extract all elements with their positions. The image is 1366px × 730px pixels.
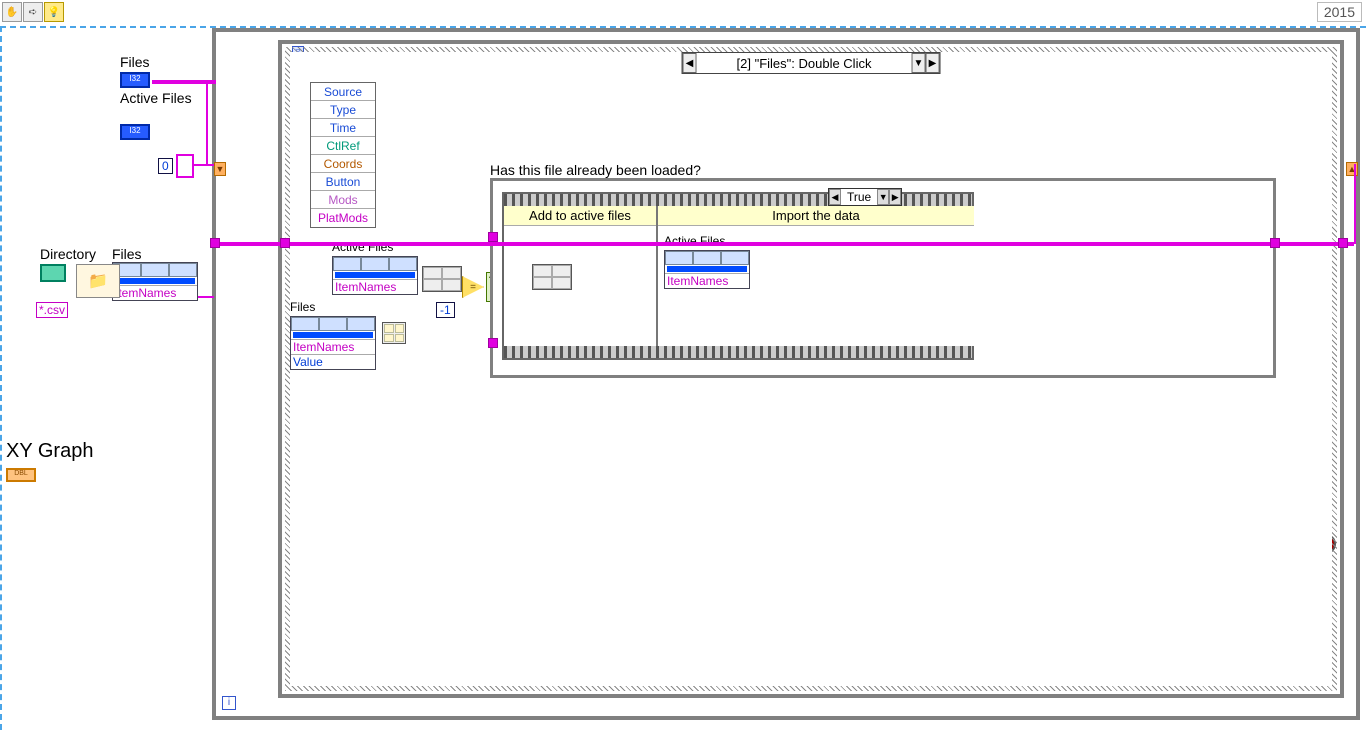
sequence-frame-2[interactable]: Import the data Active Files ItemNames <box>658 206 974 346</box>
event-case-name[interactable]: [2] "Files": Double Click <box>697 56 912 71</box>
active-files-control-label: Active Files <box>120 90 192 106</box>
block-diagram-boundary-left <box>0 26 2 730</box>
files-property-node[interactable]: ItemNames <box>112 262 198 301</box>
files-propnode2-label: Files <box>290 300 315 314</box>
tunnel <box>1270 238 1280 248</box>
case-dropdown[interactable]: ▼ <box>877 189 889 205</box>
tunnel <box>488 232 498 242</box>
event-case-prev[interactable]: ◀ <box>683 53 697 73</box>
case-structure-comment: Has this file already been loaded? <box>490 162 701 178</box>
files-propnode-label: Files <box>112 246 142 262</box>
tunnel <box>488 338 498 348</box>
wire <box>194 164 214 166</box>
file-pattern-constant[interactable]: *.csv <box>36 302 68 318</box>
directory-path-terminal[interactable] <box>40 264 66 282</box>
event-case-selector[interactable]: ◀ [2] "Files": Double Click ▼ ▶ <box>682 52 941 74</box>
directory-control-label: Directory <box>40 246 96 262</box>
event-field-mods[interactable]: Mods <box>311 191 375 209</box>
event-field-coords[interactable]: Coords <box>311 155 375 173</box>
numeric-constant-minus1[interactable]: -1 <box>436 302 455 318</box>
event-case-next[interactable]: ▶ <box>925 53 939 73</box>
event-field-source[interactable]: Source <box>311 83 375 101</box>
files-property-itemnames[interactable]: ItemNames <box>113 285 197 300</box>
wire <box>206 80 208 166</box>
sequence-frame2-title: Import the data <box>658 206 974 226</box>
search-1d-array-node[interactable] <box>422 266 462 292</box>
files-control-terminal[interactable] <box>120 72 150 88</box>
block-diagram-toolbar: ✋ ➪ 💡 <box>2 2 64 22</box>
loop-iteration-terminal[interactable]: i <box>222 696 236 710</box>
sequence-frame1-title: Add to active files <box>504 206 656 226</box>
case-prev[interactable]: ◀ <box>829 189 841 205</box>
wire <box>198 296 214 298</box>
xy-graph-terminal[interactable] <box>6 468 36 482</box>
event-data-cluster[interactable]: Source Type Time CtlRef Coords Button Mo… <box>310 82 376 228</box>
numeric-constant-0[interactable]: 0 <box>158 158 173 174</box>
event-case-dropdown[interactable]: ▼ <box>911 53 925 73</box>
files-control-label: Files <box>120 54 150 70</box>
files2-property-itemnames[interactable]: ItemNames <box>291 339 375 354</box>
files-property-node-2[interactable]: ItemNames Value <box>290 316 376 370</box>
shift-register-left[interactable]: ▼ <box>214 162 226 176</box>
event-field-button[interactable]: Button <box>311 173 375 191</box>
list-folder-contents-vi[interactable]: 📁 <box>76 264 120 298</box>
event-field-platmods[interactable]: PlatMods <box>311 209 375 227</box>
frame2-active-files-propnode[interactable]: ItemNames <box>664 250 750 289</box>
build-array-node[interactable] <box>532 264 572 290</box>
tunnel <box>280 238 290 248</box>
event-field-type[interactable]: Type <box>311 101 375 119</box>
wire <box>214 242 1354 246</box>
tunnel <box>210 238 220 248</box>
files2-property-value[interactable]: Value <box>291 354 375 369</box>
run-arrow-button[interactable]: ➪ <box>23 2 43 22</box>
case-next[interactable]: ▶ <box>889 189 901 205</box>
highlight-execution-button[interactable]: 💡 <box>44 2 64 22</box>
active-files-property-node[interactable]: ItemNames <box>332 256 418 295</box>
active-files-property-itemnames[interactable]: ItemNames <box>333 279 417 294</box>
event-field-time[interactable]: Time <box>311 119 375 137</box>
case-value[interactable]: True <box>841 190 877 204</box>
case-selector[interactable]: ◀ True ▼ ▶ <box>828 188 902 206</box>
flat-sequence-structure[interactable]: Add to active files Import the data Acti… <box>502 192 974 360</box>
frame2-property-itemnames[interactable]: ItemNames <box>665 273 749 288</box>
index-array-node-2[interactable] <box>382 322 406 344</box>
xy-graph-label: XY Graph <box>6 440 93 463</box>
labview-version-tag: 2015 <box>1317 2 1362 22</box>
tunnel <box>1338 238 1348 248</box>
event-field-ctlref[interactable]: CtlRef <box>311 137 375 155</box>
shift-register-right[interactable]: ▲ <box>1346 162 1358 176</box>
sequence-frame-1[interactable]: Add to active files <box>504 206 658 346</box>
active-files-control-terminal[interactable] <box>120 124 150 140</box>
index-array-node[interactable] <box>176 154 194 178</box>
pan-tool-button[interactable]: ✋ <box>2 2 22 22</box>
wire <box>1354 164 1356 244</box>
